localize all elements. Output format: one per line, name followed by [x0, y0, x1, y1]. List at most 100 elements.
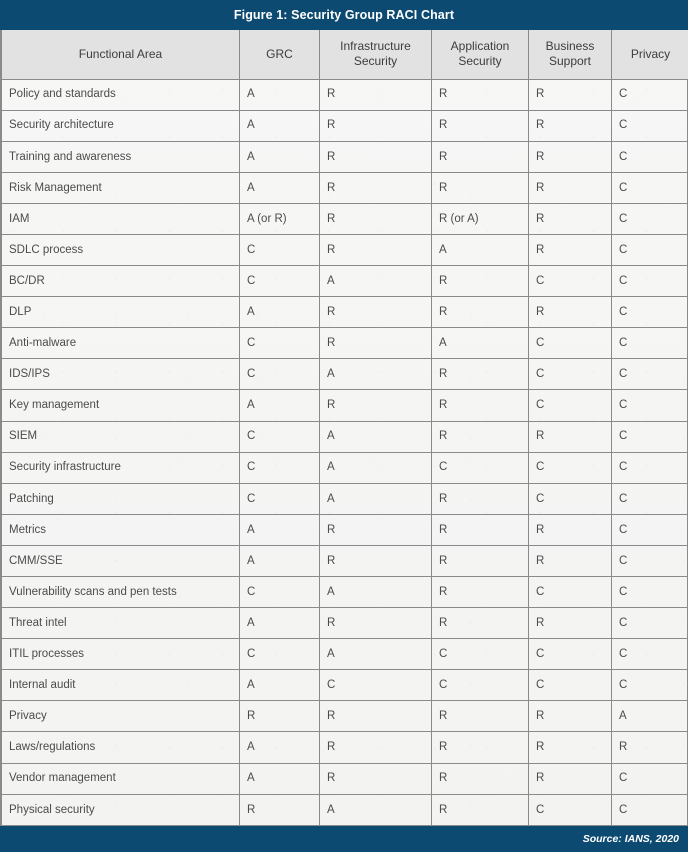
cell-infrastructure-security: R: [319, 389, 432, 422]
cell-application-security: R: [431, 140, 529, 173]
cell-application-security: R: [431, 171, 529, 204]
cell-infrastructure-security: R: [319, 78, 432, 111]
cell-privacy: C: [611, 420, 688, 453]
cell-functional-area: IDS/IPS: [1, 358, 240, 391]
cell-infrastructure-security: R: [319, 607, 432, 640]
cell-privacy: C: [611, 669, 688, 702]
cell-business-support: C: [528, 265, 612, 298]
cell-privacy: C: [611, 171, 688, 204]
cell-privacy: C: [611, 358, 688, 391]
cell-functional-area: Vulnerability scans and pen tests: [1, 575, 240, 609]
table-row: SDLC process C R A R C: [1, 233, 688, 267]
figure-container: Figure 1: Security Group RACI Chart Func…: [0, 0, 688, 852]
cell-grc: R: [239, 793, 320, 827]
table-row: Laws/regulations A R R R R: [1, 731, 688, 764]
cell-application-security: C: [431, 451, 529, 484]
table-row: Threat intel A R R R C: [1, 607, 688, 640]
cell-business-support: R: [528, 607, 612, 640]
cell-application-security: R: [431, 731, 529, 764]
cell-application-security: R: [431, 420, 529, 453]
cell-privacy: C: [611, 140, 688, 173]
cell-functional-area: CMM/SSE: [1, 544, 240, 578]
cell-infrastructure-security: R: [319, 202, 432, 235]
table-row: IAM A (or R) R R (or A) R C: [1, 202, 688, 235]
cell-functional-area: Security architecture: [1, 109, 240, 142]
cell-grc: A: [239, 78, 320, 111]
table-body: Policy and standards A R R R C Security archit…: [1, 78, 688, 827]
cell-business-support: R: [528, 140, 612, 173]
cell-functional-area: SIEM: [1, 420, 240, 453]
cell-grc: A: [239, 669, 320, 702]
cell-grc: R: [239, 700, 320, 733]
raci-table: Functional Area GRC Infrastructure Secur…: [1, 30, 688, 827]
cell-grc: C: [239, 233, 320, 267]
cell-business-support: R: [528, 731, 612, 764]
cell-infrastructure-security: R: [319, 327, 432, 360]
cell-infrastructure-security: R: [319, 140, 432, 173]
cell-infrastructure-security: A: [319, 420, 432, 453]
cell-privacy: C: [611, 607, 688, 640]
table-row: Physical security R A R C C: [1, 793, 688, 827]
cell-grc: C: [239, 638, 320, 671]
cell-functional-area: Security infrastructure: [1, 451, 240, 484]
cell-business-support: R: [528, 171, 612, 204]
column-header-application-security: Application Security: [431, 30, 529, 80]
cell-business-support: R: [528, 78, 612, 111]
cell-functional-area: Training and awareness: [1, 140, 240, 173]
table-row: Risk Management A R R R C: [1, 171, 688, 204]
cell-infrastructure-security: A: [319, 451, 432, 484]
table-row: Patching C A R C C: [1, 482, 688, 515]
table-row: IDS/IPS C A R C C: [1, 358, 688, 391]
cell-functional-area: Patching: [1, 482, 240, 515]
table-row: BC/DR C A R C C: [1, 265, 688, 298]
cell-application-security: R: [431, 762, 529, 795]
cell-functional-area: Internal audit: [1, 669, 240, 702]
cell-application-security: R: [431, 389, 529, 422]
cell-application-security: R: [431, 358, 529, 391]
column-header-functional-area: Functional Area: [1, 30, 240, 80]
cell-business-support: R: [528, 109, 612, 142]
raci-table-wrapper: Functional Area GRC Infrastructure Secur…: [0, 30, 688, 827]
cell-application-security: R: [431, 265, 529, 298]
cell-functional-area: Key management: [1, 389, 240, 422]
cell-grc: A: [239, 607, 320, 640]
figure-source-bar: Source: IANS, 2020: [0, 826, 688, 852]
cell-privacy: C: [611, 638, 688, 671]
cell-privacy: C: [611, 482, 688, 515]
cell-business-support: C: [528, 638, 612, 671]
cell-grc: C: [239, 327, 320, 360]
cell-business-support: C: [528, 358, 612, 391]
cell-privacy: C: [611, 296, 688, 329]
cell-infrastructure-security: R: [319, 171, 432, 204]
cell-privacy: C: [611, 327, 688, 360]
cell-grc: A: [239, 171, 320, 204]
cell-business-support: R: [528, 700, 612, 733]
cell-infrastructure-security: A: [319, 265, 432, 298]
table-row: Anti-malware C R A C C: [1, 327, 688, 360]
cell-application-security: R: [431, 109, 529, 142]
source-note: Source: IANS, 2020: [582, 833, 679, 845]
cell-functional-area: Risk Management: [1, 171, 240, 204]
cell-application-security: C: [431, 669, 529, 702]
table-row: Training and awareness A R R R C: [1, 140, 688, 173]
cell-business-support: R: [528, 202, 612, 235]
cell-business-support: R: [528, 513, 612, 546]
table-header: Functional Area GRC Infrastructure Secur…: [1, 30, 688, 80]
cell-privacy: C: [611, 513, 688, 546]
cell-infrastructure-security: R: [319, 700, 432, 733]
cell-infrastructure-security: R: [319, 296, 432, 329]
cell-application-security: R: [431, 544, 529, 578]
cell-functional-area: Threat intel: [1, 607, 240, 640]
cell-functional-area: Policy and standards: [1, 78, 240, 111]
cell-grc: C: [239, 358, 320, 391]
cell-application-security: R: [431, 607, 529, 640]
cell-privacy: C: [611, 265, 688, 298]
cell-application-security: R: [431, 513, 529, 546]
cell-functional-area: Privacy: [1, 700, 240, 733]
column-header-grc: GRC: [239, 30, 320, 80]
cell-functional-area: Laws/regulations: [1, 731, 240, 764]
cell-grc: C: [239, 420, 320, 453]
cell-privacy: A: [611, 700, 688, 733]
cell-privacy: C: [611, 762, 688, 795]
page-title: Figure 1: Security Group RACI Chart: [233, 8, 455, 22]
